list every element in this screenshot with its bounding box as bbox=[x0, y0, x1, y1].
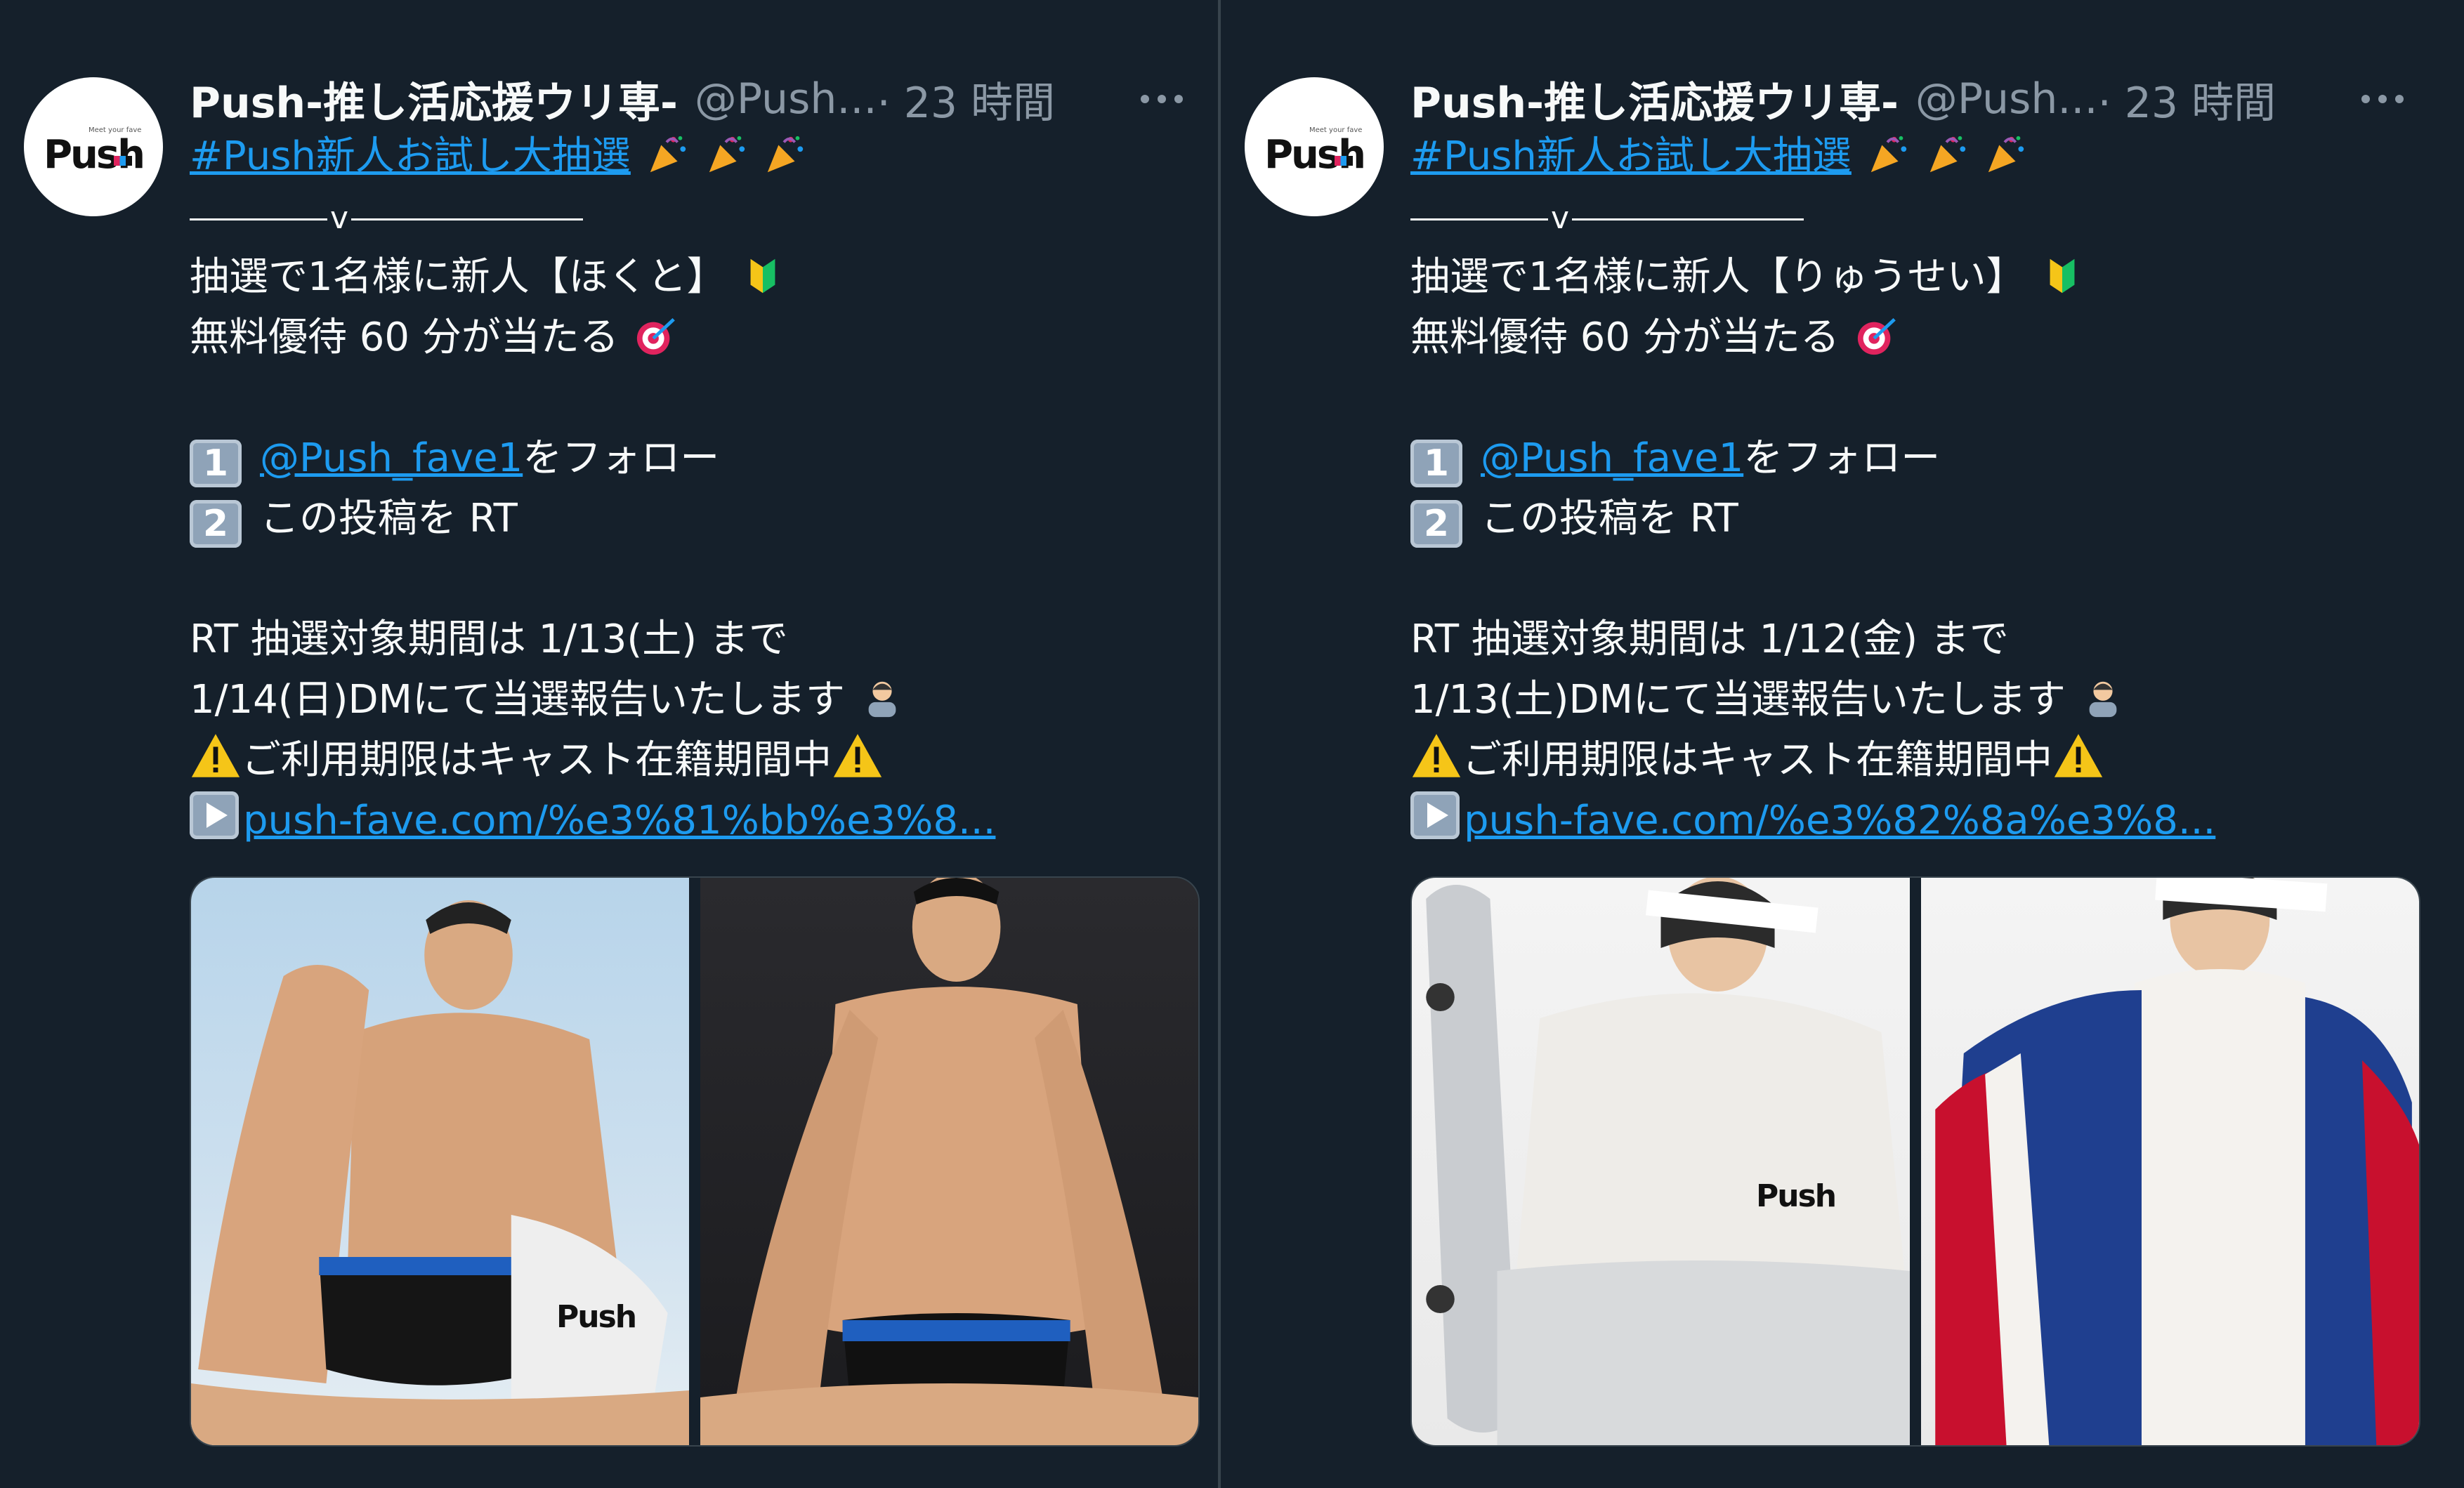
report-text: 1/14(日)DMにて当選報告いたします bbox=[190, 677, 845, 723]
beginner-mark-icon bbox=[2050, 258, 2075, 294]
period-text: RT 抽選対象期間は 1/12(金) まで bbox=[1410, 617, 2009, 662]
tweet-time[interactable]: · 23 時間 bbox=[877, 69, 1056, 130]
media-grid[interactable]: Push bbox=[190, 876, 1200, 1447]
media-grid[interactable]: Push bbox=[1410, 876, 2420, 1447]
prize-detail: 無料優待 60 分が当たる bbox=[1410, 315, 1840, 360]
warning-icon bbox=[833, 734, 882, 777]
warning-icon bbox=[191, 734, 240, 777]
warning-icon bbox=[1412, 734, 1461, 777]
play-button-icon bbox=[1410, 791, 1460, 839]
keycap-icon: 1 bbox=[190, 440, 242, 487]
tweet-card[interactable]: Meet your fave Push Push-推し活応援ウリ専- @Push… bbox=[1221, 0, 2439, 1488]
media-photo-1[interactable]: Push bbox=[191, 878, 689, 1445]
step1-text: をフォロー bbox=[1743, 435, 1941, 481]
beginner-mark-icon bbox=[751, 258, 775, 294]
avatar[interactable]: Meet your fave Push bbox=[24, 77, 163, 216]
separator-line: v bbox=[190, 187, 583, 249]
avatar-logo: Push bbox=[43, 132, 145, 178]
party-popper-icon bbox=[768, 136, 804, 173]
tweet-time[interactable]: · 23 時間 bbox=[2098, 69, 2276, 130]
step1-text: をフォロー bbox=[523, 435, 720, 481]
keycap-icon: 1 bbox=[1410, 440, 1462, 487]
mention-link[interactable]: @Push_fave1 bbox=[1481, 435, 1743, 481]
keycap-icon: 2 bbox=[1410, 500, 1462, 548]
period-text: RT 抽選対象期間は 1/13(土) まで bbox=[190, 617, 788, 662]
person-photo bbox=[1935, 878, 2419, 1445]
person-bowing-icon bbox=[868, 681, 896, 718]
person-photo bbox=[191, 900, 689, 1445]
party-popper-icon bbox=[650, 136, 686, 173]
photo-watermark: Push bbox=[556, 1299, 637, 1335]
prize-detail: 無料優待 60 分が当たる bbox=[190, 315, 619, 360]
media-photo-2[interactable] bbox=[700, 878, 1198, 1445]
party-popper-icon bbox=[1929, 136, 1965, 173]
person-photo bbox=[1426, 878, 1910, 1445]
tweet-body: #Push新人お試し大抽選 v 抽選で1名様に新人【ほくと】 無料優待 60 分… bbox=[190, 126, 1197, 851]
target-icon bbox=[1857, 317, 1896, 355]
person-photo bbox=[700, 878, 1198, 1445]
prize-text: 抽選で1名様に新人【りゅうせい】 bbox=[1410, 254, 2026, 300]
external-link[interactable]: push-fave.com/%e3%82%8a%e3%8... bbox=[1464, 798, 2215, 843]
more-icon[interactable] bbox=[2361, 67, 2404, 131]
report-text: 1/13(土)DMにて当選報告いたします bbox=[1410, 677, 2066, 723]
step2-text: この投稿を RT bbox=[1481, 496, 1738, 541]
tweet-header: Push-推し活応援ウリ専- @Push... · 23 時間 bbox=[1410, 67, 2425, 131]
party-popper-icon bbox=[1870, 136, 1906, 173]
display-name[interactable]: Push-推し活応援ウリ専- bbox=[190, 69, 678, 130]
avatar[interactable]: Meet your fave Push bbox=[1245, 77, 1384, 216]
tweet-header: Push-推し活応援ウリ専- @Push... · 23 時間 bbox=[190, 67, 1204, 131]
notice-text: ご利用期限はキャスト在籍期間中 bbox=[242, 737, 832, 783]
more-icon[interactable] bbox=[1141, 67, 1183, 131]
step2-text: この投稿を RT bbox=[260, 496, 518, 541]
notice-text: ご利用期限はキャスト在籍期間中 bbox=[1462, 737, 2052, 783]
media-photo-2[interactable] bbox=[1921, 878, 2419, 1445]
mention-link[interactable]: @Push_fave1 bbox=[260, 435, 523, 481]
tweet-body: #Push新人お試し大抽選 v 抽選で1名様に新人【りゅうせい】 無料優待 60… bbox=[1410, 126, 2418, 851]
media-photo-1[interactable]: Push bbox=[1412, 878, 1910, 1445]
user-handle[interactable]: @Push... bbox=[1915, 74, 2098, 124]
party-popper-icon bbox=[709, 136, 745, 173]
hashtag-link[interactable]: #Push新人お試し大抽選 bbox=[190, 133, 631, 179]
party-popper-icon bbox=[1988, 136, 2024, 173]
external-link[interactable]: push-fave.com/%e3%81%bb%e3%8... bbox=[243, 798, 995, 843]
avatar-logo: Push bbox=[1264, 132, 1366, 178]
person-bowing-icon bbox=[2089, 681, 2117, 718]
target-icon bbox=[636, 317, 675, 355]
user-handle[interactable]: @Push... bbox=[695, 74, 877, 124]
keycap-icon: 2 bbox=[190, 500, 242, 548]
tweet-card[interactable]: Meet your fave Push Push-推し活応援ウリ専- @Push… bbox=[0, 0, 1218, 1488]
warning-icon bbox=[2054, 734, 2103, 777]
play-button-icon bbox=[190, 791, 239, 839]
prize-text: 抽選で1名様に新人【ほくと】 bbox=[190, 254, 726, 300]
photo-watermark: Push bbox=[1756, 1178, 1837, 1214]
display-name[interactable]: Push-推し活応援ウリ専- bbox=[1410, 69, 1899, 130]
hashtag-link[interactable]: #Push新人お試し大抽選 bbox=[1410, 133, 1852, 179]
separator-line: v bbox=[1410, 187, 1804, 249]
